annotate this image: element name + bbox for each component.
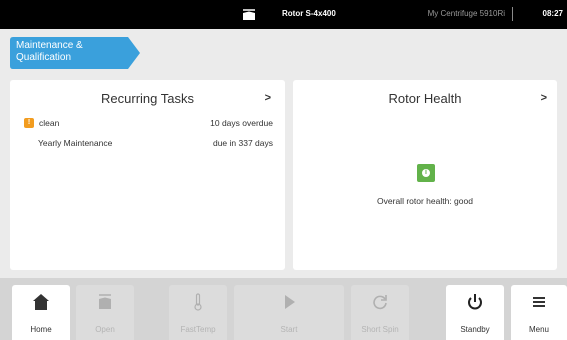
list-item[interactable]: Yearly Maintenance due in 337 days	[24, 138, 273, 150]
recurring-tasks-card[interactable]: Recurring Tasks > ! clean 10 days overdu…	[10, 80, 285, 270]
info-icon: i	[417, 164, 435, 182]
button-label: Open	[95, 325, 115, 334]
clock: 08:27	[542, 9, 563, 18]
breadcrumb[interactable]: Maintenance & Qualification	[10, 37, 140, 69]
home-icon	[12, 293, 70, 311]
home-button[interactable]: Home	[12, 285, 70, 340]
warning-icon: !	[24, 118, 34, 128]
fasttemp-button[interactable]: FastTemp	[169, 285, 227, 340]
health-status-text: Overall rotor health: good	[377, 196, 473, 206]
divider	[512, 7, 513, 21]
button-label: Start	[280, 325, 298, 334]
card-title: Rotor Health	[388, 91, 462, 106]
button-label: Home	[30, 325, 52, 334]
list-item[interactable]: ! clean 10 days overdue	[24, 118, 273, 130]
button-label: Standby	[460, 325, 490, 334]
spin-icon	[351, 293, 409, 311]
lid-open-icon	[76, 293, 134, 311]
bottom-dock: Home Open FastTemp Start Short Spin Stan…	[0, 278, 567, 340]
chevron-right-icon[interactable]: >	[265, 92, 271, 104]
rotor-health-card[interactable]: Rotor Health > i Overall rotor health: g…	[293, 80, 557, 270]
task-name: Yearly Maintenance	[38, 138, 113, 148]
rotor-name: Rotor S-4x400	[282, 9, 336, 18]
button-label: FastTemp	[180, 325, 216, 334]
task-status: 10 days overdue	[210, 118, 273, 128]
start-button[interactable]: Start	[234, 285, 344, 340]
device-name: My Centrifuge 5910Ri	[427, 9, 505, 18]
standby-button[interactable]: Standby	[446, 285, 504, 340]
task-status: due in 337 days	[212, 138, 273, 148]
open-button[interactable]: Open	[76, 285, 134, 340]
breadcrumb-label: Maintenance & Qualification	[16, 40, 83, 63]
rotor-icon	[241, 8, 257, 20]
thermometer-icon	[169, 293, 227, 311]
play-icon	[234, 293, 344, 311]
menu-button[interactable]: Menu	[511, 285, 567, 340]
chevron-right-icon[interactable]: >	[541, 92, 547, 104]
button-label: Menu	[528, 325, 549, 334]
button-label: Short Spin	[361, 325, 399, 334]
status-bar: Rotor S-4x400 My Centrifuge 5910Ri 08:27	[0, 0, 567, 29]
task-name: clean	[39, 118, 60, 128]
power-icon	[446, 293, 504, 311]
short-spin-button[interactable]: Short Spin	[351, 285, 409, 340]
card-title: Recurring Tasks	[101, 91, 194, 106]
menu-icon	[511, 293, 567, 311]
